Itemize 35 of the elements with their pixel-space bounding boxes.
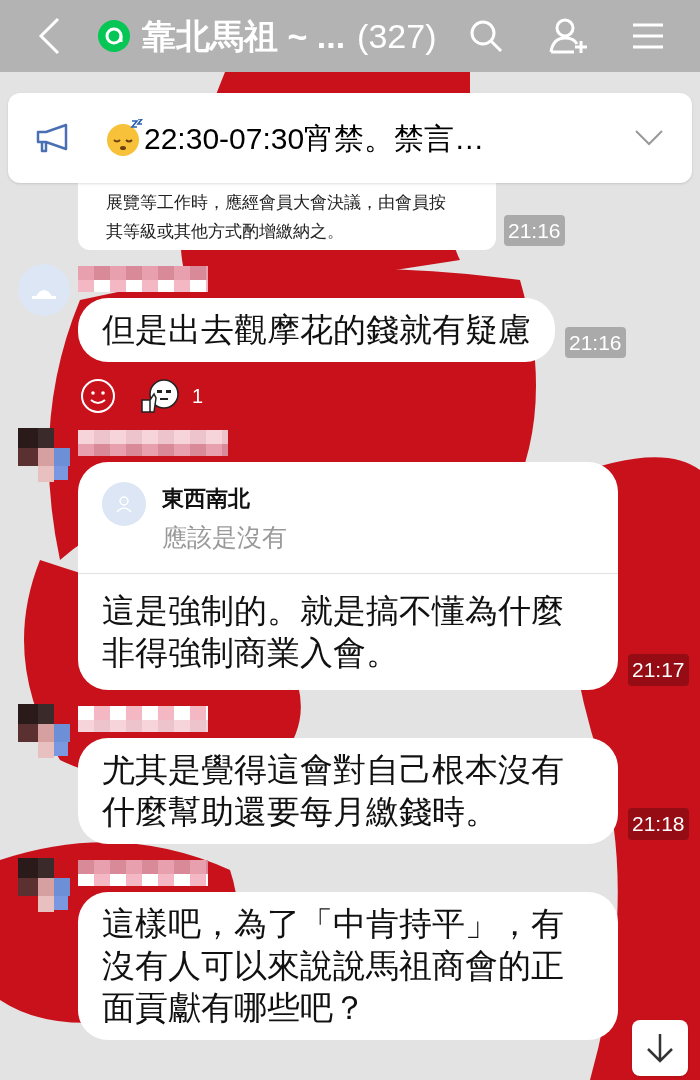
megaphone-icon [36,123,70,153]
message-text: 尤其是覺得這會對自己根本沒有什麼幫助還要每月繳錢時。 [102,749,565,832]
announcement-banner[interactable]: 22:30-07:30宵禁。禁言… [8,93,692,183]
message-text: 這樣吧，為了「中肯持平」，有沒有人可以來說說馬祖商會的正面貢獻有哪些吧？ [102,903,565,1028]
add-person-icon[interactable] [548,17,588,55]
menu-icon[interactable] [632,22,664,50]
group-chat-icon [98,20,130,52]
message-time: 21:17 [628,654,689,686]
add-reaction-icon[interactable] [80,378,116,414]
avatar [18,428,70,484]
avatar [18,857,70,914]
document-text-line: 其等級或其他方式酌增繳納之。 [106,221,345,243]
scroll-down-button[interactable] [632,1020,688,1076]
quoted-message: 應該是沒有 [162,522,287,553]
document-text-line: 展覽等工作時，應經會員大會決議，由會員按 [106,192,447,214]
message-time: 21:18 [628,808,689,840]
arrow-down-icon [646,1033,674,1063]
reaction-count: 1 [192,384,204,409]
message-time: 21:16 [565,326,626,358]
message-time: 21:16 [504,214,565,246]
document-image[interactable]: 展覽等工作時，應經會員大會決議，由會員按 其等級或其他方式酌增繳納之。 [78,183,496,250]
message-text: 這是強制的。就是搞不懂為什麼非得強制商業入會。 [101,590,565,673]
avatar [18,264,70,316]
announcement-text: 22:30-07:30宵禁。禁言… [144,120,485,157]
member-count: (327) [357,15,437,57]
search-icon[interactable] [468,18,504,54]
message-text: 但是出去觀摩花的錢就有疑慮 [102,310,531,350]
chat-title: 靠北馬祖 ~ ... [142,15,346,57]
thumbs-up-face-icon[interactable] [140,378,180,414]
chevron-down-icon[interactable] [634,129,664,147]
reply-avatar-icon [102,482,146,526]
back-icon[interactable] [36,16,62,56]
avatar [18,703,70,760]
sleeping-face-icon [106,119,144,157]
quoted-sender: 東西南北 [162,485,251,513]
